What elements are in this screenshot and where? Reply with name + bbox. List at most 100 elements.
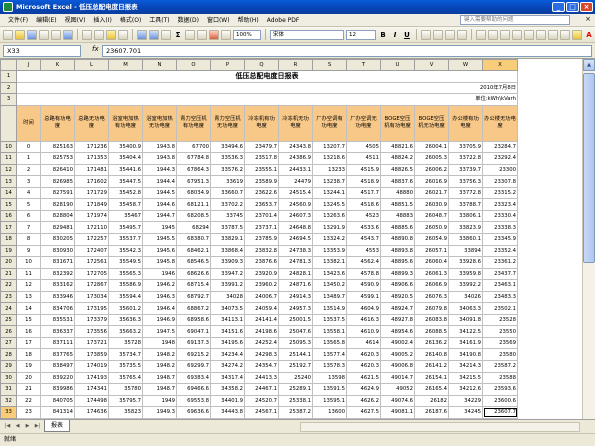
- font-color-icon[interactable]: A: [584, 30, 594, 40]
- data-cell[interactable]: 841314: [40, 406, 75, 419]
- data-cell[interactable]: 25387.2: [278, 406, 313, 419]
- time-cell[interactable]: 22: [16, 394, 41, 408]
- data-cell[interactable]: 13244.1: [312, 186, 347, 200]
- data-cell[interactable]: 69636.6: [176, 406, 211, 419]
- data-cell[interactable]: 24467.1: [244, 383, 279, 396]
- data-cell[interactable]: 25289.1: [278, 383, 313, 396]
- data-cell[interactable]: 23315.2: [482, 186, 518, 200]
- data-cell[interactable]: 24515.4: [278, 186, 313, 200]
- data-cell[interactable]: 49002.4: [380, 336, 415, 350]
- data-cell[interactable]: 26076.3: [414, 290, 449, 304]
- data-cell[interactable]: 23593.6: [482, 383, 518, 396]
- currency-icon[interactable]: [476, 29, 486, 40]
- data-cell[interactable]: 1943.8: [142, 140, 177, 154]
- new-icon[interactable]: [3, 29, 13, 40]
- data-cell[interactable]: 67951.3: [176, 175, 211, 188]
- data-cell[interactable]: 23785.9: [244, 233, 279, 246]
- row-header[interactable]: 11: [0, 152, 17, 165]
- data-cell[interactable]: 33702.2: [210, 198, 245, 211]
- row-header[interactable]: 17: [0, 221, 17, 234]
- data-cell[interactable]: 13578.3: [312, 360, 347, 373]
- copy-icon[interactable]: [94, 29, 104, 40]
- data-cell[interactable]: 68380.7: [176, 233, 211, 246]
- data-cell[interactable]: 33745: [210, 209, 245, 223]
- merge-center-icon[interactable]: [457, 29, 467, 40]
- data-cell[interactable]: 838497: [40, 360, 75, 373]
- data-cell[interactable]: 24957.3: [278, 302, 313, 315]
- data-cell[interactable]: 33576.2: [210, 163, 245, 177]
- data-cell[interactable]: 35734.7: [108, 348, 143, 362]
- data-cell[interactable]: 13207.7: [312, 140, 347, 154]
- decrease-indent-icon[interactable]: [536, 29, 546, 40]
- data-cell[interactable]: 24871.6: [278, 279, 313, 292]
- data-cell[interactable]: 68121.1: [176, 198, 211, 211]
- data-cell[interactable]: 23622.6: [244, 186, 279, 200]
- data-cell[interactable]: 830930: [40, 244, 75, 258]
- data-cell[interactable]: 1944.7: [142, 209, 177, 223]
- column-label[interactable]: 时间: [16, 104, 41, 142]
- row-header[interactable]: 21: [0, 267, 17, 281]
- horizontal-scrollbar[interactable]: [300, 422, 580, 432]
- column-label[interactable]: 青力空压机无功电度: [210, 104, 245, 142]
- name-box[interactable]: X33: [3, 45, 81, 57]
- data-cell[interactable]: 35467: [108, 209, 143, 223]
- data-cell[interactable]: 23587.2: [482, 360, 518, 373]
- data-cell[interactable]: 173034: [74, 290, 109, 304]
- data-cell[interactable]: 23920.9: [244, 267, 279, 281]
- data-cell[interactable]: 34161.9: [448, 336, 483, 350]
- data-cell[interactable]: 171849: [74, 198, 109, 211]
- italic-button[interactable]: I: [390, 30, 400, 40]
- close-button[interactable]: ×: [580, 2, 593, 12]
- data-cell[interactable]: 35447.5: [108, 175, 143, 188]
- data-cell[interactable]: 24694.5: [278, 233, 313, 246]
- row-header[interactable]: 1: [0, 70, 17, 83]
- data-cell[interactable]: 48883: [380, 209, 415, 223]
- data-cell[interactable]: 172407: [74, 244, 109, 258]
- row-header[interactable]: 32: [0, 394, 17, 408]
- data-cell[interactable]: 4505: [346, 140, 381, 154]
- row-header[interactable]: 24: [0, 302, 17, 315]
- data-cell[interactable]: 33756.3: [448, 175, 483, 188]
- data-cell[interactable]: 69383.4: [176, 371, 211, 385]
- time-cell[interactable]: 17: [16, 336, 41, 350]
- data-cell[interactable]: 23580: [482, 348, 518, 362]
- data-cell[interactable]: 24354.7: [244, 360, 279, 373]
- data-cell[interactable]: 35765.4: [108, 371, 143, 385]
- data-cell[interactable]: 24198.6: [244, 325, 279, 338]
- data-cell[interactable]: 48851.5: [380, 198, 415, 211]
- data-cell[interactable]: 48899.3: [380, 267, 415, 281]
- data-cell[interactable]: 34026: [448, 290, 483, 304]
- time-cell[interactable]: 23: [16, 406, 41, 419]
- data-cell[interactable]: 48895.6: [380, 256, 415, 269]
- time-cell[interactable]: 10: [16, 256, 41, 269]
- data-cell[interactable]: 833946: [40, 290, 75, 304]
- data-cell[interactable]: 26088.5: [414, 325, 449, 338]
- data-cell[interactable]: 48824.2: [380, 152, 415, 165]
- data-cell[interactable]: 13324.2: [312, 233, 347, 246]
- select-all-corner[interactable]: [0, 59, 17, 71]
- data-cell[interactable]: 1945.8: [142, 256, 177, 269]
- time-cell[interactable]: 20: [16, 371, 41, 385]
- data-cell[interactable]: 24433.1: [278, 163, 313, 177]
- data-cell[interactable]: 4518.9: [346, 175, 381, 188]
- sheet-tab[interactable]: 报表: [44, 420, 71, 432]
- data-cell[interactable]: 4578.8: [346, 267, 381, 281]
- data-cell[interactable]: 174193: [74, 371, 109, 385]
- column-label[interactable]: 冷冻机无功电度: [278, 104, 313, 142]
- borders-icon[interactable]: [560, 29, 570, 40]
- time-cell[interactable]: 8: [16, 233, 41, 246]
- data-cell[interactable]: 26054.9: [414, 233, 449, 246]
- time-cell[interactable]: 2: [16, 163, 41, 177]
- time-cell[interactable]: 14: [16, 302, 41, 315]
- data-cell[interactable]: 26136.2: [414, 336, 449, 350]
- row-header[interactable]: 27: [0, 336, 17, 350]
- time-cell[interactable]: 4: [16, 186, 41, 200]
- data-cell[interactable]: 69137.3: [176, 336, 211, 350]
- row-header[interactable]: 3: [0, 93, 17, 106]
- align-center-icon[interactable]: [433, 29, 443, 40]
- data-cell[interactable]: 23569: [482, 336, 518, 350]
- column-label[interactable]: 青力空压机有功电度: [176, 104, 211, 142]
- column-header[interactable]: S: [312, 59, 347, 71]
- data-cell[interactable]: 33536.3: [210, 152, 245, 165]
- data-cell[interactable]: 35495.7: [108, 221, 143, 234]
